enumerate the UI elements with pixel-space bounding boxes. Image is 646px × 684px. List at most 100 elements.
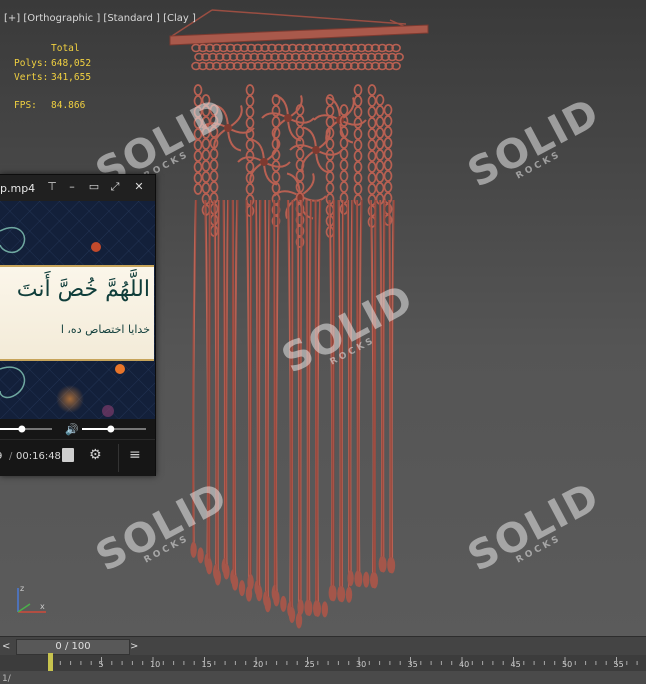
stats-verts-label: Verts: <box>14 72 49 83</box>
spiral-knot <box>295 148 305 160</box>
spiral-knot <box>339 181 349 193</box>
axis-z-label: z <box>20 584 24 593</box>
timeline-prev-button[interactable]: < <box>2 641 10 652</box>
volume-knob <box>107 425 115 433</box>
fringe-strand <box>286 199 292 603</box>
timeline-next-button[interactable]: > <box>130 641 138 652</box>
video-caption-banner: اللَّهُمَّ خُصَّ أَنتَ خدایا اختصاص ده، … <box>0 265 154 361</box>
time-slider[interactable]: 0 / 100 <box>16 639 130 655</box>
playlist-icon[interactable] <box>62 448 74 462</box>
video-player-window[interactable]: p.mp4 ⊤ – ▭ ⤢ ✕ اللَّهُمَّ خُصَّ أَنتَ خ… <box>0 174 156 476</box>
fringe-strand <box>263 199 268 592</box>
spiral-knot <box>245 95 255 107</box>
minimize-icon[interactable]: – <box>64 179 80 195</box>
time-separator: / <box>9 451 13 462</box>
bead <box>314 600 321 617</box>
spiral-knot <box>193 172 203 184</box>
spiral-knot <box>367 128 377 140</box>
fringe-strand <box>305 199 309 601</box>
spiral-knot <box>201 182 211 194</box>
maximize-icon[interactable]: ▭ <box>86 179 102 195</box>
bead <box>363 571 370 588</box>
spiral-knot <box>353 183 363 195</box>
spiral-knot <box>383 181 393 193</box>
spiral-knot <box>325 105 335 117</box>
seek-knob <box>18 425 26 433</box>
pin-icon[interactable]: ⊤ <box>44 179 60 195</box>
spiral-knot <box>339 159 349 171</box>
bead <box>321 601 328 618</box>
center-knot <box>312 146 320 154</box>
duration: 00:16:48 <box>16 451 61 462</box>
seek-and-volume[interactable]: 🔊 <box>0 419 155 439</box>
bead <box>231 574 239 591</box>
spiral-knot <box>353 161 363 173</box>
spiral-knot <box>383 126 393 138</box>
spiral-knot <box>383 104 393 116</box>
spiral-knot <box>193 183 203 195</box>
spiral-knot <box>245 150 255 162</box>
hanging-rod <box>169 24 429 46</box>
spiral-knot <box>375 171 385 183</box>
player-title-bar[interactable]: p.mp4 ⊤ – ▭ ⤢ ✕ <box>0 175 155 201</box>
fringe-strand <box>369 199 375 574</box>
spiral-knot <box>295 170 305 182</box>
time-slider-marker[interactable] <box>48 653 53 671</box>
bead <box>297 599 304 616</box>
viewport-label[interactable]: [+] [Orthographic ] [Standard ] [Clay ] <box>4 13 196 24</box>
fullscreen-icon[interactable]: ⤢ <box>107 179 123 195</box>
bead <box>264 596 271 613</box>
spiral-knot <box>325 160 335 172</box>
spiral-knot <box>375 116 385 128</box>
spiral-knot <box>367 183 377 195</box>
spiral-knot <box>383 148 393 160</box>
center-knot <box>284 114 292 122</box>
fringe-strand <box>388 199 392 558</box>
bead <box>214 569 221 586</box>
bead <box>295 612 303 629</box>
fringe-strand <box>307 199 313 601</box>
spiral-knot <box>245 84 255 96</box>
spiral-knot <box>375 127 385 139</box>
spiral-knot <box>295 126 305 138</box>
timeline-ruler[interactable]: 1/ 510152025303540455055 <box>0 655 646 684</box>
spiral-knot <box>367 150 377 162</box>
spiral-knot <box>339 104 349 116</box>
fringe-strand <box>382 199 386 558</box>
menu-icon[interactable]: ≡ <box>129 447 141 463</box>
fringe-strand <box>328 199 334 586</box>
bead <box>388 557 396 574</box>
spiral-knot <box>201 160 211 172</box>
fringe-strand <box>349 199 354 572</box>
spiral-knot <box>339 148 349 160</box>
fringe-strand <box>254 199 260 581</box>
stats-total-header: Total <box>51 43 80 54</box>
fringe-strand <box>257 199 262 587</box>
fringe-strand <box>390 199 395 559</box>
spiral-knot <box>193 161 203 173</box>
player-seek-row: 🔊 <box>0 419 155 439</box>
spiral-knot <box>375 138 385 150</box>
fringe-strand <box>296 199 301 614</box>
spiral-knot <box>367 95 377 107</box>
spiral-knot <box>353 150 363 162</box>
bead <box>273 590 280 607</box>
video-frame[interactable]: اللَّهُمَّ خُصَّ أَنتَ خدایا اختصاص ده، … <box>0 201 155 419</box>
spiral-knot <box>339 170 349 182</box>
spiral-knot <box>325 138 335 150</box>
spiral-knot <box>367 106 377 118</box>
bead <box>347 570 354 587</box>
current-time: 9 <box>0 451 2 462</box>
bead <box>190 541 197 558</box>
fringe-strand <box>332 199 336 587</box>
spiral-knot <box>375 149 385 161</box>
control-divider <box>118 444 119 472</box>
bead <box>223 563 230 580</box>
spiral-knot <box>245 106 255 118</box>
stats-polys-label: Polys: <box>14 58 49 69</box>
stats-verts-value: 341,655 <box>51 72 92 83</box>
settings-gear-icon[interactable]: ⚙ <box>89 447 102 463</box>
timeline-panel[interactable]: < 0 / 100 > 1/ 510152025303540455055 <box>0 636 646 684</box>
close-icon[interactable]: ✕ <box>131 179 147 195</box>
spiral-knot <box>245 117 255 129</box>
